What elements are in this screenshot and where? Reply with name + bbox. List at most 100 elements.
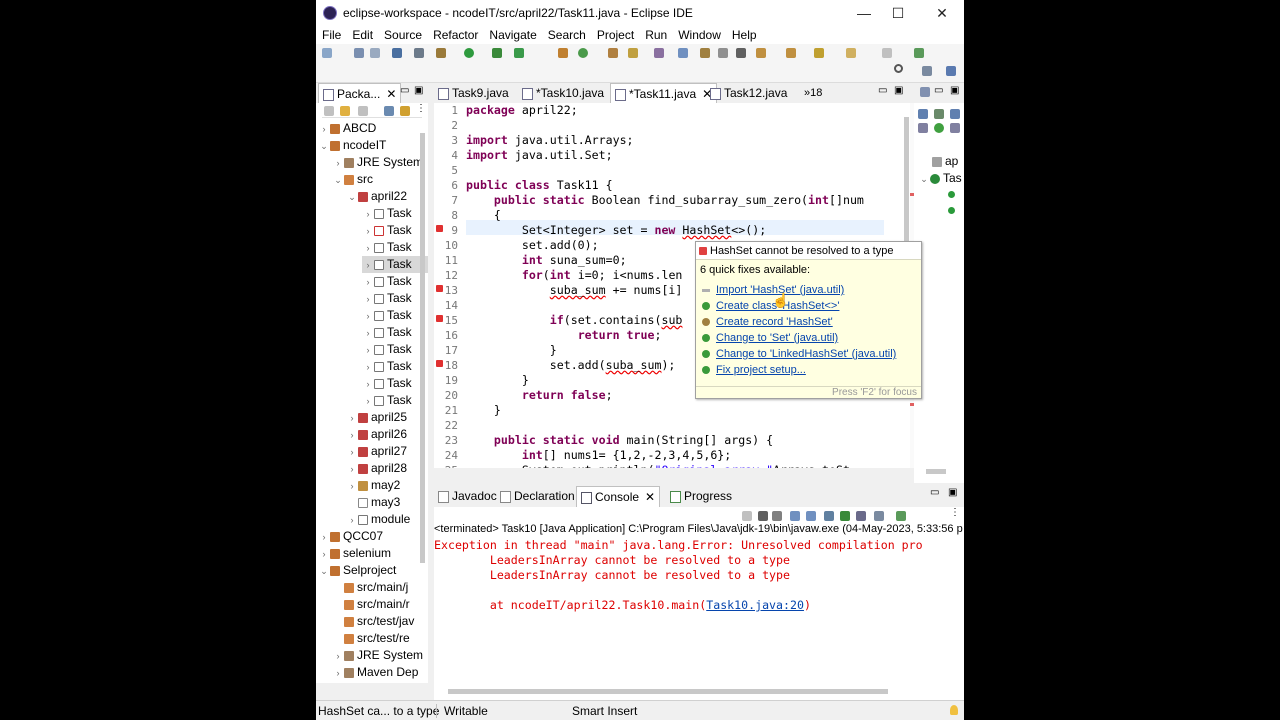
tree-item-task[interactable]: › Task — [362, 205, 412, 222]
maximize-view-icon[interactable]: ▣ — [894, 85, 903, 96]
up-nav-icon[interactable] — [358, 106, 368, 116]
minimize-view-icon[interactable]: ▭ — [930, 487, 939, 498]
tab-task11[interactable]: *Task11.java ✕ — [610, 83, 718, 104]
tree-item-april25[interactable]: › april25 — [346, 409, 408, 427]
new-icon[interactable] — [322, 48, 332, 58]
public-members-icon[interactable] — [934, 123, 944, 133]
highlight-icon[interactable] — [678, 48, 688, 58]
new-package-icon[interactable] — [558, 48, 568, 58]
tree-item-src-test-java[interactable]: src/test/jav — [332, 613, 414, 630]
chevron-right-icon[interactable]: › — [362, 376, 374, 393]
menu-source[interactable]: Source — [384, 28, 422, 42]
tree-item-qcc07[interactable]: › QCC07 — [318, 528, 384, 546]
minimize-view-icon[interactable]: ▭ — [934, 85, 943, 96]
method-icon[interactable] — [948, 207, 955, 214]
pin-console-icon[interactable] — [856, 511, 866, 521]
chevron-right-icon[interactable]: › — [362, 342, 374, 359]
chevron-right-icon[interactable]: › — [346, 427, 358, 444]
chevron-right-icon[interactable]: › — [346, 410, 358, 427]
chevron-right-icon[interactable]: › — [362, 206, 374, 223]
menu-edit[interactable]: Edit — [352, 28, 373, 42]
annotation-icon[interactable] — [654, 48, 664, 58]
chevron-down-icon[interactable]: ⌄ — [332, 172, 344, 189]
menu-run[interactable]: Run — [645, 28, 667, 42]
view-menu-icon[interactable]: ⋮ — [416, 103, 426, 114]
word-wrap-icon[interactable] — [824, 511, 834, 521]
tree-item-task[interactable]: › Task — [362, 239, 412, 256]
maximize-view-icon[interactable]: ▣ — [414, 85, 423, 96]
maximize-view-icon[interactable]: ▣ — [948, 487, 957, 498]
open-console-icon[interactable] — [896, 511, 906, 521]
error-marker-icon[interactable] — [436, 225, 443, 232]
tree-item-maven[interactable]: › Maven Dep — [332, 664, 419, 681]
new-class-icon[interactable] — [578, 48, 588, 58]
prev-annotation-icon[interactable] — [786, 48, 796, 58]
chevron-right-icon[interactable]: › — [346, 461, 358, 478]
chevron-right-icon[interactable]: › — [346, 512, 358, 529]
tree-item-april22[interactable]: ⌄ april22 — [346, 188, 407, 205]
open-perspective-icon[interactable] — [922, 66, 932, 76]
tree-item-task[interactable]: › Task — [362, 324, 412, 341]
tree-item-may2[interactable]: › may2 — [346, 477, 401, 494]
maximize-button[interactable]: ☐ — [878, 0, 918, 26]
chevron-down-icon[interactable]: ⌄ — [918, 171, 930, 188]
tree-item-task[interactable]: › Task — [362, 222, 412, 239]
tree-item-task[interactable]: › Task — [362, 273, 412, 290]
chevron-right-icon[interactable]: › — [362, 223, 374, 240]
forward-nav-icon[interactable] — [340, 106, 350, 116]
run-icon[interactable] — [464, 48, 474, 58]
sort-icon[interactable] — [918, 109, 928, 119]
tree-item-task[interactable]: › Task — [362, 341, 412, 358]
menu-help[interactable]: Help — [732, 28, 757, 42]
tree-item-module[interactable]: › module — [346, 511, 411, 529]
open-folder-icon[interactable] — [608, 48, 618, 58]
fix-change-to-linkedhashset[interactable]: Change to 'LinkedHashSet' (java.util) — [702, 346, 896, 362]
back-icon[interactable] — [846, 48, 856, 58]
menu-file[interactable]: File — [322, 28, 341, 42]
view-menu-icon[interactable]: ⋮ — [950, 507, 960, 518]
hide-fields-icon[interactable] — [934, 109, 944, 119]
chevron-right-icon[interactable]: › — [362, 240, 374, 257]
minimize-view-icon[interactable]: ▭ — [400, 85, 409, 96]
error-marker-icon[interactable] — [436, 285, 443, 292]
terminal-icon[interactable] — [414, 48, 424, 58]
remove-launch-icon[interactable] — [758, 511, 768, 521]
chevron-down-icon[interactable]: ⌄ — [346, 189, 358, 206]
method-icon[interactable] — [948, 191, 955, 198]
outline-hscrollbar[interactable] — [926, 469, 946, 474]
tab-task12[interactable]: Task12.java — [706, 83, 791, 103]
coverage-icon[interactable] — [514, 48, 524, 58]
tab-javadoc[interactable]: Javadoc — [434, 486, 501, 506]
last-edit-icon[interactable] — [814, 48, 824, 58]
close-icon[interactable]: ✕ — [645, 490, 655, 504]
chevron-right-icon[interactable]: › — [318, 529, 330, 546]
filter-icon[interactable] — [950, 123, 960, 133]
tree-item-may3[interactable]: may3 — [346, 494, 400, 511]
chevron-down-icon[interactable]: ⌄ — [318, 563, 330, 580]
tree-item-jre-selproject[interactable]: › JRE System — [332, 647, 424, 664]
save-icon[interactable] — [354, 48, 364, 58]
tree-item-selenium[interactable]: › selenium — [318, 545, 392, 562]
tab-task9[interactable]: Task9.java — [434, 83, 513, 103]
error-marker-icon[interactable] — [436, 315, 443, 322]
outline-icon[interactable] — [920, 87, 930, 97]
terminate-icon[interactable] — [742, 511, 752, 521]
whitespace-icon[interactable] — [718, 48, 728, 58]
chevron-right-icon[interactable]: › — [332, 155, 344, 172]
chevron-right-icon[interactable]: › — [346, 444, 358, 461]
tab-declaration[interactable]: Declaration — [496, 486, 579, 506]
tree-item-task-selected[interactable]: › Task — [362, 256, 428, 273]
chevron-right-icon[interactable]: › — [362, 291, 374, 308]
minimize-view-icon[interactable]: ▭ — [878, 85, 887, 96]
open-type-icon[interactable] — [392, 48, 402, 58]
explorer-vscrollbar[interactable] — [420, 133, 425, 563]
search-tool-icon[interactable] — [628, 48, 638, 58]
lightbulb-icon[interactable] — [950, 705, 958, 715]
more-tabs-button[interactable]: »18 — [800, 83, 826, 103]
tree-item-abcd[interactable]: › ABCD — [318, 120, 377, 137]
menu-navigate[interactable]: Navigate — [489, 28, 536, 42]
tree-item-src[interactable]: ⌄ src — [332, 171, 373, 188]
hide-static-icon[interactable] — [950, 109, 960, 119]
fix-create-record[interactable]: Create record 'HashSet' — [702, 314, 833, 330]
tree-item-jre[interactable]: › JRE System — [332, 154, 424, 172]
